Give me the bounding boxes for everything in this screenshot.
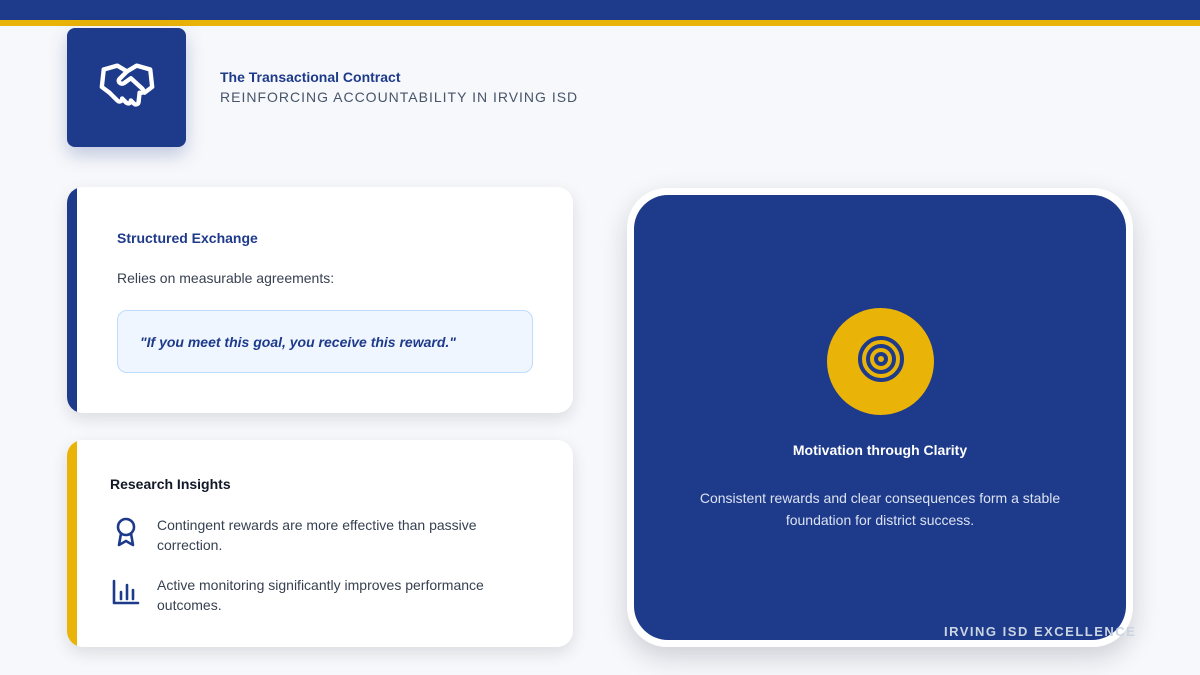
quote-text: "If you meet this goal, you receive this… <box>140 333 456 350</box>
handshake-icon <box>96 54 158 121</box>
page-title: The Transactional Contract <box>220 69 401 85</box>
motivation-panel: Motivation through Clarity Consistent re… <box>634 195 1126 640</box>
top-banner-bar <box>0 0 1200 20</box>
target-badge <box>827 308 934 415</box>
exchange-description: Relies on measurable agreements: <box>117 270 335 286</box>
insight-text: Active monitoring significantly improves… <box>157 577 484 613</box>
motivation-card: Motivation through Clarity Consistent re… <box>627 188 1133 647</box>
card-accent-bar <box>67 187 77 413</box>
insight-item: Active monitoring significantly improves… <box>110 575 517 615</box>
logo-tile <box>67 28 186 147</box>
motivation-text: Consistent rewards and clear consequence… <box>699 490 1061 528</box>
structured-exchange-card: Structured Exchange Relies on measurable… <box>67 187 573 413</box>
award-ribbon-icon <box>110 515 142 549</box>
target-icon <box>856 334 906 389</box>
top-accent-stripe <box>0 20 1200 26</box>
exchange-heading: Structured Exchange <box>117 230 258 246</box>
footer-watermark: IRVING ISD EXCELLENCE <box>944 624 1137 639</box>
card-accent-bar <box>67 440 77 647</box>
motivation-title: Motivation through Clarity <box>792 442 968 458</box>
insight-text: Contingent rewards are more effective th… <box>157 517 477 553</box>
insight-item: Contingent rewards are more effective th… <box>110 515 517 555</box>
research-insights-card: Research Insights Contingent rewards are… <box>67 440 573 647</box>
bar-chart-icon <box>110 575 142 609</box>
quote-box: "If you meet this goal, you receive this… <box>117 310 533 373</box>
research-heading: Research Insights <box>110 476 231 492</box>
page-subtitle: REINFORCING ACCOUNTABILITY IN IRVING ISD <box>220 89 579 105</box>
